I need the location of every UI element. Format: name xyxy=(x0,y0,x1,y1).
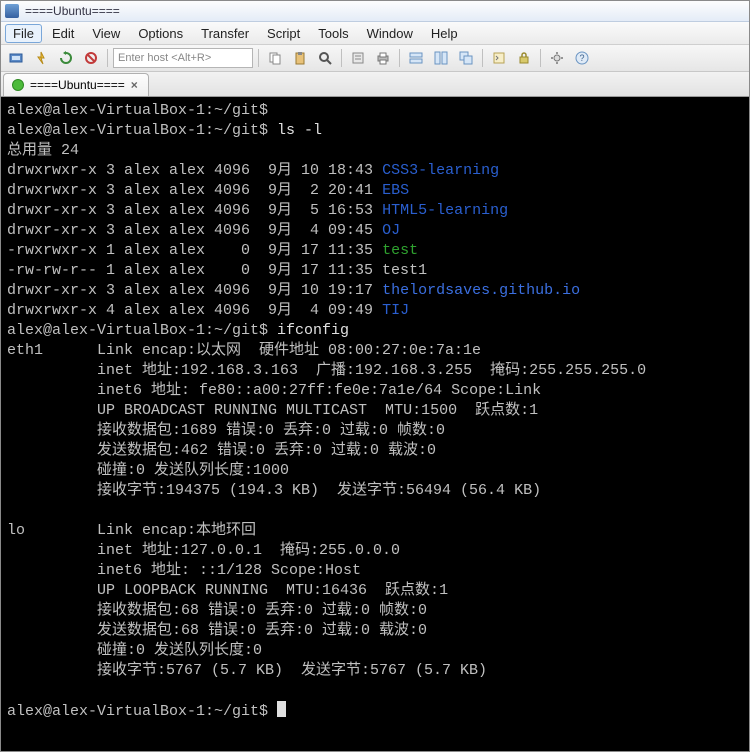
menu-script[interactable]: Script xyxy=(259,24,308,43)
toolbar-sep xyxy=(399,49,400,67)
menu-help[interactable]: Help xyxy=(423,24,466,43)
quick-connect-icon[interactable] xyxy=(30,48,52,68)
close-tab-button[interactable]: × xyxy=(131,78,138,92)
copy-icon[interactable] xyxy=(264,48,286,68)
script-icon[interactable] xyxy=(488,48,510,68)
tab-label: ====Ubuntu==== xyxy=(30,78,125,92)
terminal[interactable]: alex@alex-VirtualBox-1:~/git$ alex@alex-… xyxy=(1,97,749,751)
window-title: ====Ubuntu==== xyxy=(25,4,120,18)
connected-icon xyxy=(12,79,24,91)
connect-icon[interactable] xyxy=(5,48,27,68)
app-icon xyxy=(5,4,19,18)
find-icon[interactable] xyxy=(314,48,336,68)
tile-v-icon[interactable] xyxy=(430,48,452,68)
menu-file[interactable]: File xyxy=(5,24,42,43)
cascade-icon[interactable] xyxy=(455,48,477,68)
svg-text:?: ? xyxy=(579,53,584,63)
disconnect-icon[interactable] xyxy=(80,48,102,68)
reconnect-icon[interactable] xyxy=(55,48,77,68)
menu-view[interactable]: View xyxy=(84,24,128,43)
tile-h-icon[interactable] xyxy=(405,48,427,68)
paste-icon[interactable] xyxy=(289,48,311,68)
menu-tools[interactable]: Tools xyxy=(310,24,356,43)
lock-icon[interactable] xyxy=(513,48,535,68)
menu-transfer[interactable]: Transfer xyxy=(193,24,257,43)
toolbar-sep xyxy=(341,49,342,67)
app-window: ====Ubuntu==== File Edit View Options Tr… xyxy=(0,0,750,752)
settings-icon[interactable] xyxy=(546,48,568,68)
menu-options[interactable]: Options xyxy=(130,24,191,43)
menu-window[interactable]: Window xyxy=(359,24,421,43)
help-icon[interactable]: ? xyxy=(571,48,593,68)
properties-icon[interactable] xyxy=(347,48,369,68)
host-placeholder: Enter host <Alt+R> xyxy=(118,52,211,64)
menu-edit[interactable]: Edit xyxy=(44,24,82,43)
menu-bar: File Edit View Options Transfer Script T… xyxy=(1,22,749,45)
title-bar: ====Ubuntu==== xyxy=(1,1,749,22)
toolbar: Enter host <Alt+R> ? xyxy=(1,45,749,72)
tab-strip: ====Ubuntu==== × xyxy=(1,72,749,97)
toolbar-sep xyxy=(107,49,108,67)
print-icon[interactable] xyxy=(372,48,394,68)
toolbar-sep xyxy=(482,49,483,67)
tab-session[interactable]: ====Ubuntu==== × xyxy=(3,73,149,96)
toolbar-sep xyxy=(540,49,541,67)
host-input[interactable]: Enter host <Alt+R> xyxy=(113,48,253,68)
toolbar-sep xyxy=(258,49,259,67)
